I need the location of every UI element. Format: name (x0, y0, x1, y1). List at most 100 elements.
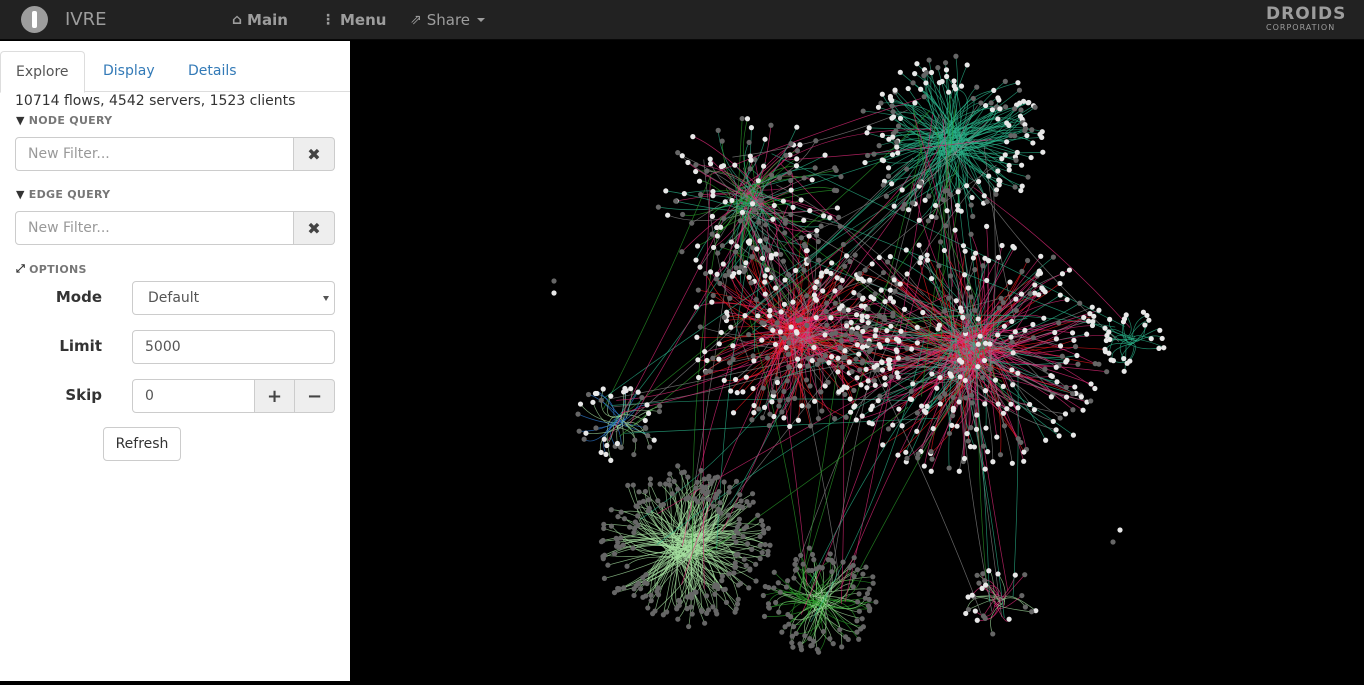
graph-node (909, 200, 916, 206)
graph-node (853, 417, 859, 423)
graph-node (924, 257, 931, 263)
graph-node (721, 586, 727, 593)
graph-node (639, 395, 645, 401)
graph-node (889, 152, 896, 158)
graph-node (746, 502, 752, 508)
graph-node (764, 267, 770, 273)
graph-node (892, 87, 898, 93)
tab-display[interactable]: Display (88, 51, 170, 92)
graph-node (860, 108, 866, 114)
graph-node (839, 303, 845, 309)
ivre-logo-icon[interactable] (21, 6, 48, 33)
graph-node (686, 494, 692, 501)
graph-node (753, 296, 759, 303)
filter-icon: ▼ (16, 188, 25, 201)
mode-select[interactable]: Default (132, 281, 335, 315)
top-navbar: IVRE ⌂ Main ⋮ Menu ⇗ Share DROIDS CORPOR… (0, 0, 1364, 40)
graph-node (611, 551, 618, 557)
graph-node (955, 189, 961, 195)
graph-node (608, 393, 614, 399)
graph-node (1161, 345, 1167, 351)
graph-node (987, 366, 993, 372)
limit-input[interactable] (132, 330, 335, 364)
graph-node (893, 336, 899, 342)
node-query-clear-button[interactable]: ✖ (294, 137, 335, 171)
graph-node (721, 314, 727, 320)
graph-node (1002, 78, 1008, 84)
edge-query-input[interactable] (15, 211, 294, 245)
graph-node (717, 280, 723, 287)
graph-node (723, 599, 730, 605)
graph-node (850, 584, 856, 590)
graph-node (975, 341, 981, 347)
graph-node (768, 275, 774, 281)
graph-node (758, 518, 765, 524)
graph-node (1092, 385, 1098, 392)
graph-node (889, 103, 895, 109)
graph-node (897, 115, 904, 121)
graph-node (1021, 458, 1027, 464)
graph-node (605, 562, 611, 568)
flow-graph-svg[interactable] (350, 41, 1364, 681)
graph-node (1009, 367, 1015, 373)
graph-node (958, 208, 964, 214)
graph-node (769, 172, 775, 178)
graph-node (779, 629, 785, 635)
graph-node (621, 389, 627, 395)
graph-node (732, 376, 739, 383)
graph-node (872, 333, 878, 339)
graph-node (651, 437, 657, 443)
graph-node (857, 333, 863, 339)
nav-menu[interactable]: ⋮ Menu (321, 11, 386, 29)
graph-node (907, 396, 913, 402)
graph-node (916, 242, 922, 248)
nav-share[interactable]: ⇗ Share (410, 11, 486, 29)
skip-input[interactable] (132, 379, 255, 413)
graph-node (921, 463, 927, 469)
graph-node (710, 503, 716, 509)
graph-node (698, 608, 705, 614)
node-query-input[interactable] (15, 137, 294, 171)
graph-node (719, 138, 725, 144)
graph-node (814, 279, 820, 285)
graph-node (738, 580, 744, 587)
droids-corporation-logo[interactable]: DROIDS CORPORATION (1266, 6, 1346, 32)
graph-node (1008, 401, 1014, 407)
graph-node (765, 525, 771, 531)
graph-node (914, 340, 920, 346)
flow-graph-canvas[interactable] (350, 41, 1364, 681)
graph-node (965, 438, 971, 444)
graph-node (734, 243, 740, 249)
graph-node (1011, 106, 1018, 112)
options-heading[interactable]: ⤢ OPTIONS (16, 262, 87, 276)
graph-node (870, 574, 876, 580)
graph-node (1016, 87, 1023, 93)
edge-query-clear-button[interactable]: ✖ (294, 211, 335, 245)
graph-node (969, 194, 975, 201)
graph-node (732, 249, 739, 255)
tab-details[interactable]: Details (173, 51, 252, 92)
graph-node (1070, 407, 1076, 413)
graph-node (967, 444, 974, 450)
graph-node (855, 325, 861, 331)
refresh-button[interactable]: Refresh (103, 427, 181, 461)
app-name[interactable]: IVRE (65, 9, 107, 30)
skip-decrement-button[interactable]: − (295, 379, 335, 413)
tab-explore[interactable]: Explore (0, 51, 85, 93)
graph-node (895, 123, 902, 129)
graph-node (1063, 394, 1070, 400)
graph-node (719, 243, 726, 249)
graph-node (768, 252, 775, 259)
graph-node (1056, 433, 1062, 439)
graph-node (1010, 350, 1016, 356)
graph-node (904, 355, 910, 361)
nav-main[interactable]: ⌂ Main (232, 11, 288, 29)
graph-node (618, 535, 624, 541)
graph-node (798, 316, 804, 322)
graph-node (832, 300, 838, 306)
graph-node (809, 358, 815, 364)
graph-node (879, 359, 885, 366)
skip-increment-button[interactable]: + (255, 379, 295, 413)
graph-node (761, 530, 767, 536)
graph-node (739, 115, 745, 122)
